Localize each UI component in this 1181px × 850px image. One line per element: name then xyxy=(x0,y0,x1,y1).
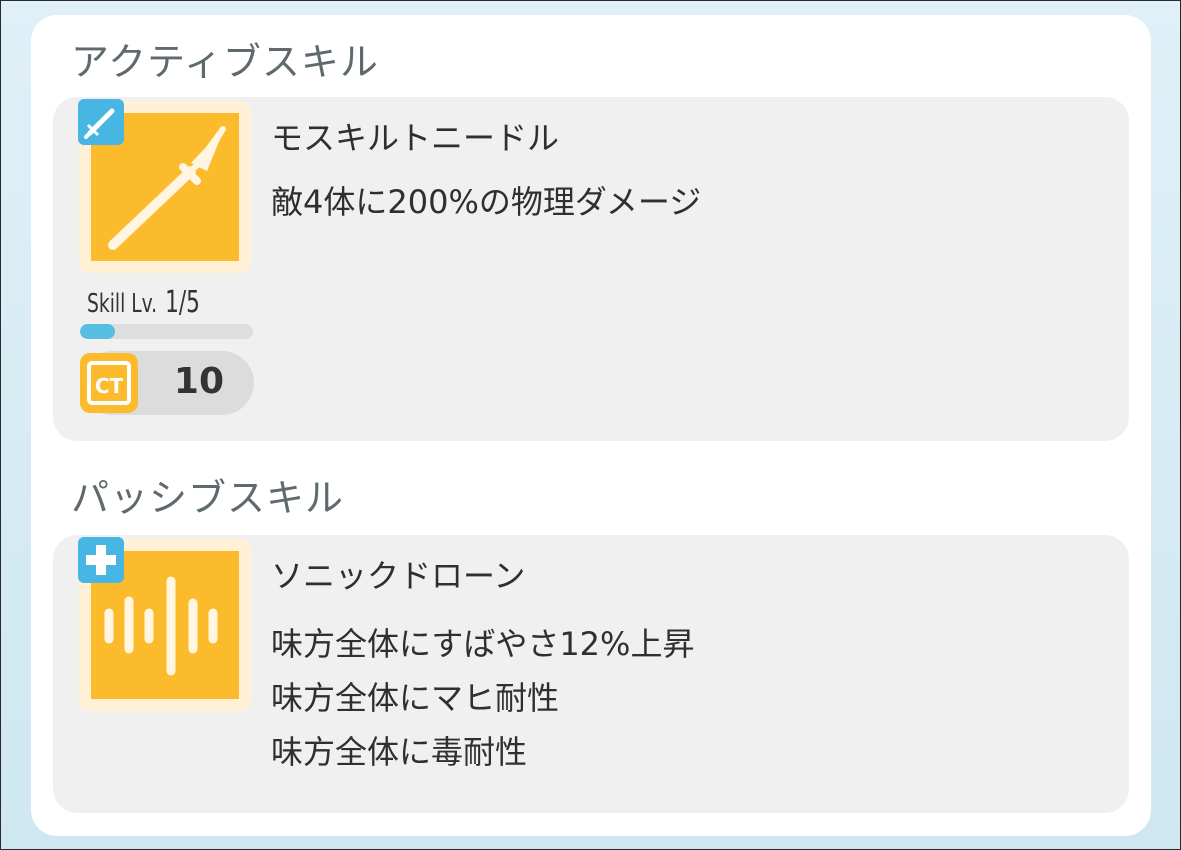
passive-skill-effect: 味方全体に毒耐性 xyxy=(271,733,528,771)
passive-skill-effect: 味方全体にマヒ耐性 xyxy=(271,679,560,717)
passive-skill-name: ソニックドローン xyxy=(271,557,526,595)
skill-level-value: 1/5 xyxy=(165,285,200,320)
svg-text:CT: CT xyxy=(95,374,124,398)
active-skill-title: アクティブスキル xyxy=(71,40,379,84)
skill-level-bar xyxy=(80,324,253,339)
skill-level-label: Skill Lv. 1/5 xyxy=(87,285,200,320)
ct-icon: CT xyxy=(80,353,138,413)
skill-level-text: Skill Lv. xyxy=(87,289,158,319)
plus-icon xyxy=(78,537,124,583)
active-skill-card[interactable]: Skill Lv. 1/5 CT 10 モスキルトニードル 敵4体に200%の物理… xyxy=(53,97,1129,441)
skills-panel: アクティブスキル Skill Lv. 1/5 CT 10 モスキルトニードル 敵… xyxy=(31,15,1151,836)
screen-frame: アクティブスキル Skill Lv. 1/5 CT 10 モスキルトニードル 敵… xyxy=(0,0,1181,850)
passive-skill-title: パッシブスキル xyxy=(71,476,345,520)
cooldown-pill: CT 10 xyxy=(80,351,254,415)
skill-level-bar-fill xyxy=(80,324,115,339)
active-skill-name: モスキルトニードル xyxy=(271,119,560,157)
active-skill-description: 敵4体に200%の物理ダメージ xyxy=(271,183,702,221)
sword-icon xyxy=(78,99,124,145)
passive-skill-card[interactable]: ソニックドローン 味方全体にすばやさ12%上昇 味方全体にマヒ耐性 味方全体に毒… xyxy=(53,535,1129,813)
active-skill-icon-frame xyxy=(78,99,251,273)
passive-skill-effect: 味方全体にすばやさ12%上昇 xyxy=(271,625,695,663)
passive-skill-icon-frame xyxy=(78,537,251,711)
cooldown-value: 10 xyxy=(173,361,224,402)
